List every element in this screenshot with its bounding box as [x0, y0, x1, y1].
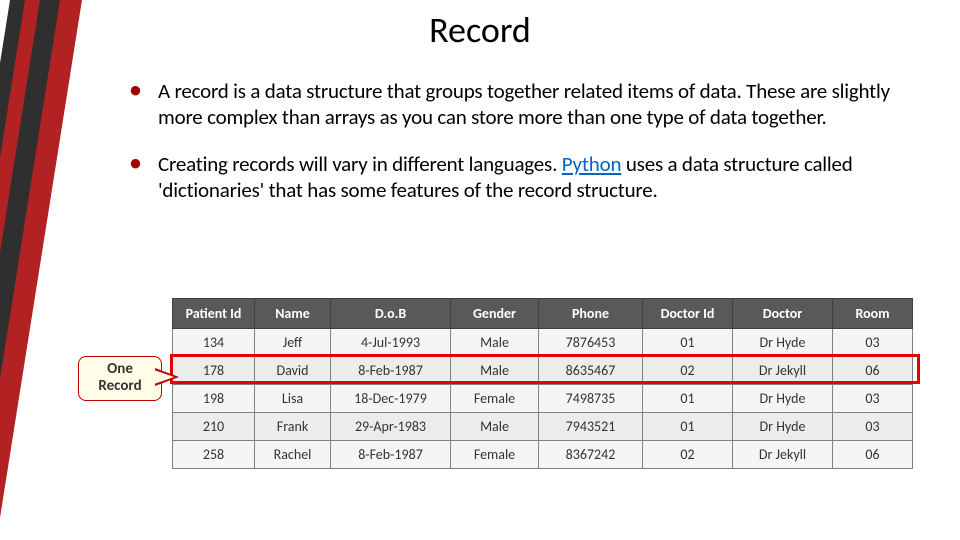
table-cell: 03	[833, 329, 913, 357]
table-cell: 06	[833, 441, 913, 469]
table-header-row: Patient Id Name D.o.B Gender Phone Docto…	[173, 299, 913, 329]
table-cell: 198	[173, 385, 255, 413]
callout-line1: One	[107, 360, 133, 378]
table-cell: 7876453	[539, 329, 643, 357]
table-cell: 7498735	[539, 385, 643, 413]
col-header: Name	[255, 299, 331, 329]
bullet-text: Creating records will vary in different …	[158, 151, 900, 204]
table-cell: 8635467	[539, 357, 643, 385]
table-row: 198Lisa18-Dec-1979Female749873501Dr Hyde…	[173, 385, 913, 413]
table-cell: 258	[173, 441, 255, 469]
one-record-callout: One Record	[78, 356, 162, 401]
records-table: Patient Id Name D.o.B Gender Phone Docto…	[172, 298, 913, 469]
table-row: 258Rachel8-Feb-1987Female836724202Dr Jek…	[173, 441, 913, 469]
col-header: D.o.B	[331, 299, 451, 329]
table-cell: 29-Apr-1983	[331, 413, 451, 441]
bullet-text-prefix: Creating records will vary in different …	[158, 151, 562, 177]
callout-box: One Record	[78, 356, 162, 401]
table-cell: Dr Hyde	[733, 329, 833, 357]
bullet-item: • Creating records will vary in differen…	[130, 151, 900, 204]
table-cell: Frank	[255, 413, 331, 441]
python-link[interactable]: Python	[562, 151, 622, 177]
table-row: 134Jeff4-Jul-1993Male787645301Dr Hyde03	[173, 329, 913, 357]
col-header: Room	[833, 299, 913, 329]
table-cell: 7943521	[539, 413, 643, 441]
bullet-item: • A record is a data structure that grou…	[130, 78, 900, 131]
col-header: Gender	[451, 299, 539, 329]
table-cell: 02	[643, 441, 733, 469]
table-cell: 4-Jul-1993	[331, 329, 451, 357]
table-row: 210Frank29-Apr-1983Male794352101Dr Hyde0…	[173, 413, 913, 441]
table-cell: 18-Dec-1979	[331, 385, 451, 413]
table-cell: 03	[833, 385, 913, 413]
table-cell: 8-Feb-1987	[331, 441, 451, 469]
callout-line2: Record	[98, 377, 141, 395]
table-cell: Dr Hyde	[733, 385, 833, 413]
table-cell: Lisa	[255, 385, 331, 413]
table-row: 178David8-Feb-1987Male863546702Dr Jekyll…	[173, 357, 913, 385]
table-cell: 02	[643, 357, 733, 385]
col-header: Doctor	[733, 299, 833, 329]
bullet-text: A record is a data structure that groups…	[158, 78, 900, 131]
table-cell: Jeff	[255, 329, 331, 357]
table-cell: David	[255, 357, 331, 385]
table-cell: Male	[451, 329, 539, 357]
table-cell: Female	[451, 385, 539, 413]
page-title: Record	[0, 8, 960, 52]
table-cell: Male	[451, 413, 539, 441]
table-cell: 210	[173, 413, 255, 441]
table-cell: 8-Feb-1987	[331, 357, 451, 385]
decorative-stripes	[0, 0, 140, 540]
table-cell: Dr Jekyll	[733, 357, 833, 385]
table-cell: 03	[833, 413, 913, 441]
table-cell: Rachel	[255, 441, 331, 469]
bullet-dot-icon: •	[130, 151, 158, 204]
table-area: One Record Patient Id Name D.o.B Gender …	[130, 298, 910, 469]
col-header: Doctor Id	[643, 299, 733, 329]
table-cell: Dr Jekyll	[733, 441, 833, 469]
table-cell: Female	[451, 441, 539, 469]
table-cell: 8367242	[539, 441, 643, 469]
table-cell: 178	[173, 357, 255, 385]
table-cell: Male	[451, 357, 539, 385]
table-body: 134Jeff4-Jul-1993Male787645301Dr Hyde031…	[173, 329, 913, 469]
bullet-dot-icon: •	[130, 78, 158, 131]
table-cell: 01	[643, 413, 733, 441]
col-header: Patient Id	[173, 299, 255, 329]
body-content: • A record is a data structure that grou…	[130, 78, 900, 223]
table-cell: 134	[173, 329, 255, 357]
table-cell: Dr Hyde	[733, 413, 833, 441]
table-cell: 06	[833, 357, 913, 385]
table-cell: 01	[643, 329, 733, 357]
table-cell: 01	[643, 385, 733, 413]
col-header: Phone	[539, 299, 643, 329]
